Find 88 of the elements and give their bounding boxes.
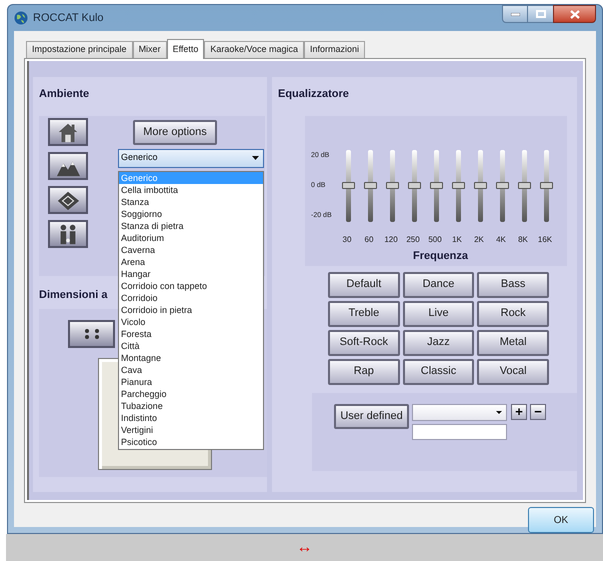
dropdown-option[interactable]: Auditorium (119, 232, 263, 244)
dropdown-option[interactable]: Foresta (119, 328, 263, 340)
dropdown-option[interactable]: Pianura (119, 376, 263, 388)
eq-slider-thumb[interactable] (430, 182, 443, 189)
dropdown-option[interactable]: Arena (119, 256, 263, 268)
dropdown-option[interactable]: Psicotico (119, 436, 263, 448)
close-icon (570, 10, 580, 18)
tab[interactable]: Impostazione principale (26, 41, 133, 58)
dropdown-option[interactable]: Corridoio con tappeto (119, 280, 263, 292)
dropdown-arrow-icon (496, 410, 502, 414)
dropdown-option[interactable]: Cella imbottita (119, 184, 263, 196)
dropdown-option[interactable]: Vicolo (119, 316, 263, 328)
maximize-icon (536, 10, 546, 18)
dropdown-option[interactable]: Hangar (119, 268, 263, 280)
frequency-label: 250 (405, 234, 421, 246)
environment-button[interactable] (48, 186, 88, 214)
add-button[interactable]: + (511, 404, 527, 420)
maximize-button[interactable] (528, 5, 553, 23)
axis-label: Frequenza (413, 248, 468, 264)
remove-button[interactable]: − (530, 404, 546, 420)
preset-button[interactable]: Live (402, 300, 474, 326)
frequency-label: 120 (383, 234, 399, 246)
frequency-label: 30 (342, 234, 352, 246)
dropdown-option[interactable]: Stanza di pietra (119, 220, 263, 232)
frequency-label: 500 (427, 234, 443, 246)
preset-button[interactable]: Classic (402, 358, 474, 384)
dropdown-option[interactable]: Tubazione (119, 400, 263, 412)
preset-button[interactable]: Default (328, 272, 400, 298)
preset-button[interactable]: Vocal (477, 358, 549, 384)
four-dots-icon (84, 329, 98, 339)
environment-button[interactable] (48, 220, 88, 248)
dropdown-value: Generico (121, 151, 158, 164)
frequency-label: 1K (451, 234, 463, 246)
dropdown-option[interactable]: Città (119, 340, 263, 352)
close-button[interactable] (553, 5, 596, 23)
dropdown-option[interactable]: Cava (119, 364, 263, 376)
eq-slider-thumb[interactable] (386, 182, 399, 189)
dropdown-option[interactable]: Caverna (119, 244, 263, 256)
frequency-label: 60 (364, 234, 374, 246)
globe-icon (14, 11, 28, 25)
dropdown-option[interactable]: Parcheggio (119, 388, 263, 400)
frequency-label: 4K (495, 234, 507, 246)
section-heading: Dimensioni a (39, 288, 108, 302)
eq-slider-thumb[interactable] (474, 182, 487, 189)
tab[interactable]: Mixer (132, 41, 167, 58)
preset-button[interactable]: Treble (328, 300, 400, 326)
dropdown-option[interactable]: Vertigini (119, 424, 263, 436)
environment-dropdown[interactable]: Generico (118, 148, 264, 168)
preset-button[interactable]: Soft-Rock (328, 330, 400, 356)
more-options-button[interactable]: More options (133, 120, 217, 144)
preset-button[interactable]: Bass (477, 272, 549, 298)
dropdown-option[interactable]: Corridoio in pietra (119, 304, 263, 316)
eq-slider-thumb[interactable] (518, 182, 531, 189)
environment-button[interactable] (48, 152, 88, 180)
dropdown-arrow-icon (252, 156, 259, 160)
tab[interactable]: Informazioni (304, 41, 366, 58)
preset-button[interactable]: Rock (477, 300, 549, 326)
eq-slider-thumb[interactable] (408, 182, 421, 189)
window-title: ROCCAT Kulo (33, 10, 104, 26)
eq-slider-thumb[interactable] (540, 182, 553, 189)
tab[interactable]: Karaoke/Voce magica (204, 41, 304, 58)
preset-button[interactable]: Jazz (402, 330, 474, 356)
preset-button[interactable]: Dance (402, 272, 474, 298)
eq-slider-thumb[interactable] (452, 182, 465, 189)
speaker-layout-button[interactable] (68, 320, 115, 348)
dropdown-option[interactable]: Soggiorno (119, 208, 263, 220)
section-heading: Ambiente (38, 87, 90, 102)
frequency-label: 16K (536, 234, 554, 246)
preset-button[interactable]: Metal (477, 330, 549, 356)
dropdown-option[interactable]: Montagne (119, 352, 263, 364)
tab[interactable]: Effetto (166, 39, 204, 59)
dropdown-option[interactable]: Corridoio (119, 292, 263, 304)
minimize-button[interactable] (502, 5, 528, 23)
frequency-label: 2K (473, 234, 485, 246)
eq-slider-thumb[interactable] (342, 182, 355, 189)
eq-slider-thumb[interactable] (496, 182, 509, 189)
preset-name-field[interactable] (412, 424, 507, 440)
minimize-icon (510, 12, 520, 16)
ok-button[interactable]: OK (528, 507, 594, 533)
dropdown-option[interactable]: Indistinto (119, 412, 263, 424)
eq-slider-thumb[interactable] (364, 182, 377, 189)
dropdown-option[interactable]: Stanza (119, 196, 263, 208)
user-defined-button[interactable]: User defined (334, 404, 409, 428)
section-heading: Equalizzatore (277, 87, 350, 102)
preset-button[interactable]: Rap (328, 358, 400, 384)
environment-button[interactable] (48, 118, 88, 146)
preset-dropdown[interactable] (412, 404, 507, 420)
frequency-label: 8K (517, 234, 529, 246)
